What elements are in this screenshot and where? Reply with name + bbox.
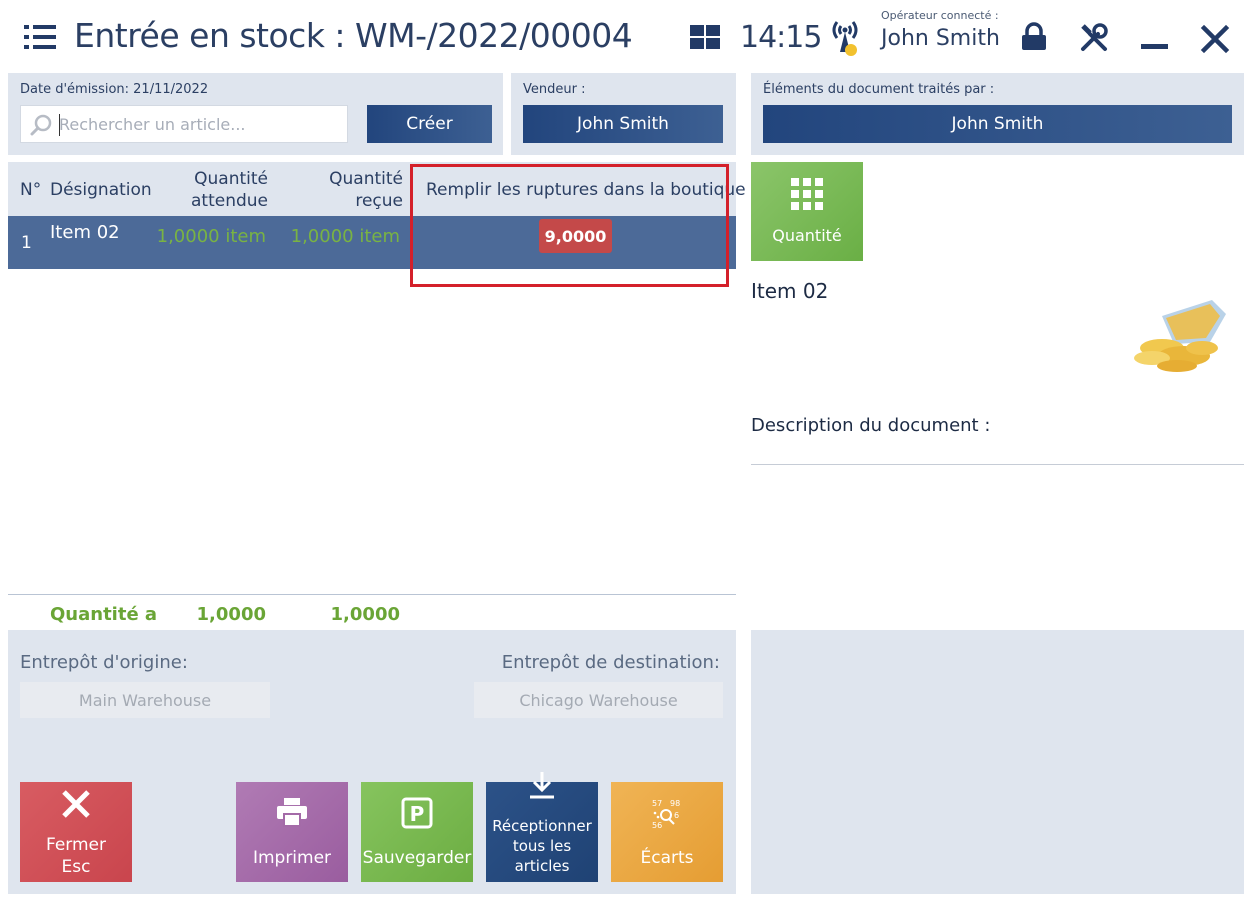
parking-save-icon: P xyxy=(401,797,433,834)
clock: 14:15 xyxy=(740,20,822,55)
connection-antenna-icon xyxy=(828,16,862,58)
svg-text:6: 6 xyxy=(674,811,679,820)
receive-label-1: Réceptionner xyxy=(492,817,592,835)
item-name: Item 02 xyxy=(751,279,829,303)
processed-by-button[interactable]: John Smith xyxy=(763,105,1232,143)
svg-text:56: 56 xyxy=(652,821,662,830)
download-arrow-icon xyxy=(529,770,555,804)
close-label: Fermer xyxy=(45,835,106,855)
origin-warehouse-label: Entrepôt d'origine: xyxy=(20,652,188,673)
search-input[interactable]: Rechercher un article... xyxy=(20,105,348,143)
print-label: Imprimer xyxy=(252,848,332,868)
close-window-icon[interactable] xyxy=(1200,24,1230,54)
search-placeholder: Rechercher un article... xyxy=(59,115,246,134)
close-button[interactable]: Fermer Esc xyxy=(20,782,132,882)
footer-received-total: 1,0000 xyxy=(330,604,400,625)
quantity-tile-label: Quantité xyxy=(772,226,842,245)
row-expected-quantity: 1,0000 item xyxy=(156,226,266,247)
create-button[interactable]: Créer xyxy=(367,105,492,143)
keypad-grid-icon xyxy=(791,178,823,214)
header-number[interactable]: N° xyxy=(20,180,41,200)
receive-all-button[interactable]: Réceptionner tous les articles xyxy=(486,772,598,882)
seller-label: Vendeur : xyxy=(523,82,586,97)
discrepancies-icon: 57 98 6 56 xyxy=(650,797,684,836)
row-received-quantity: 1,0000 item xyxy=(290,226,400,247)
processed-by-label: Éléments du document traités par : xyxy=(763,82,995,97)
print-button[interactable]: Imprimer xyxy=(236,782,348,882)
header-received-quantity[interactable]: Quantité reçue xyxy=(303,168,403,212)
save-button[interactable]: P Sauvegarder xyxy=(361,782,473,882)
description-divider xyxy=(751,464,1244,465)
search-icon xyxy=(30,114,52,140)
discrepancies-button[interactable]: 57 98 6 56 Écarts xyxy=(611,782,723,882)
issue-date-label: Date d'émission: 21/11/2022 xyxy=(20,82,209,97)
highlight-annotation xyxy=(410,164,729,287)
svg-text:98: 98 xyxy=(670,799,680,808)
save-label: Sauvegarder xyxy=(362,848,472,868)
quantity-tile[interactable]: Quantité xyxy=(751,162,863,261)
close-shortcut: Esc xyxy=(61,857,91,877)
svg-text:57: 57 xyxy=(652,799,662,808)
header-designation[interactable]: Désignation xyxy=(50,180,152,200)
top-bar: Entrée en stock : WM-/2022/00004 14:15 O… xyxy=(0,0,1251,72)
row-designation: Item 02 xyxy=(50,222,120,243)
destination-warehouse-field[interactable]: Chicago Warehouse xyxy=(474,682,723,718)
item-image-chips xyxy=(1122,296,1230,374)
footer-expected-total: 1,0000 xyxy=(196,604,266,625)
printer-icon xyxy=(276,797,308,832)
operator-name: John Smith xyxy=(881,26,1000,51)
operator-label: Opérateur connecté : xyxy=(881,9,999,22)
discrepancies-label: Écarts xyxy=(640,848,694,868)
header-expected-quantity[interactable]: Quantité attendue xyxy=(168,168,268,212)
receive-label-2: tous les articles xyxy=(512,837,572,875)
right-bottom-panel xyxy=(751,630,1244,894)
page-title: Entrée en stock : WM-/2022/00004 xyxy=(74,16,633,55)
seller-button[interactable]: John Smith xyxy=(523,105,723,143)
document-description-label: Description du document : xyxy=(751,415,991,436)
lock-icon[interactable] xyxy=(1020,22,1048,52)
windows-grid-icon[interactable] xyxy=(690,25,720,49)
menu-icon[interactable] xyxy=(24,25,56,49)
close-icon xyxy=(61,789,91,824)
svg-text:P: P xyxy=(410,802,425,826)
destination-warehouse-label: Entrepôt de destination: xyxy=(501,652,720,673)
minimize-icon[interactable] xyxy=(1141,44,1168,49)
row-number: 1 xyxy=(21,233,32,253)
origin-warehouse-field[interactable]: Main Warehouse xyxy=(20,682,270,718)
tools-icon[interactable] xyxy=(1078,22,1110,54)
footer-quantity-label: Quantité a xyxy=(50,604,158,625)
